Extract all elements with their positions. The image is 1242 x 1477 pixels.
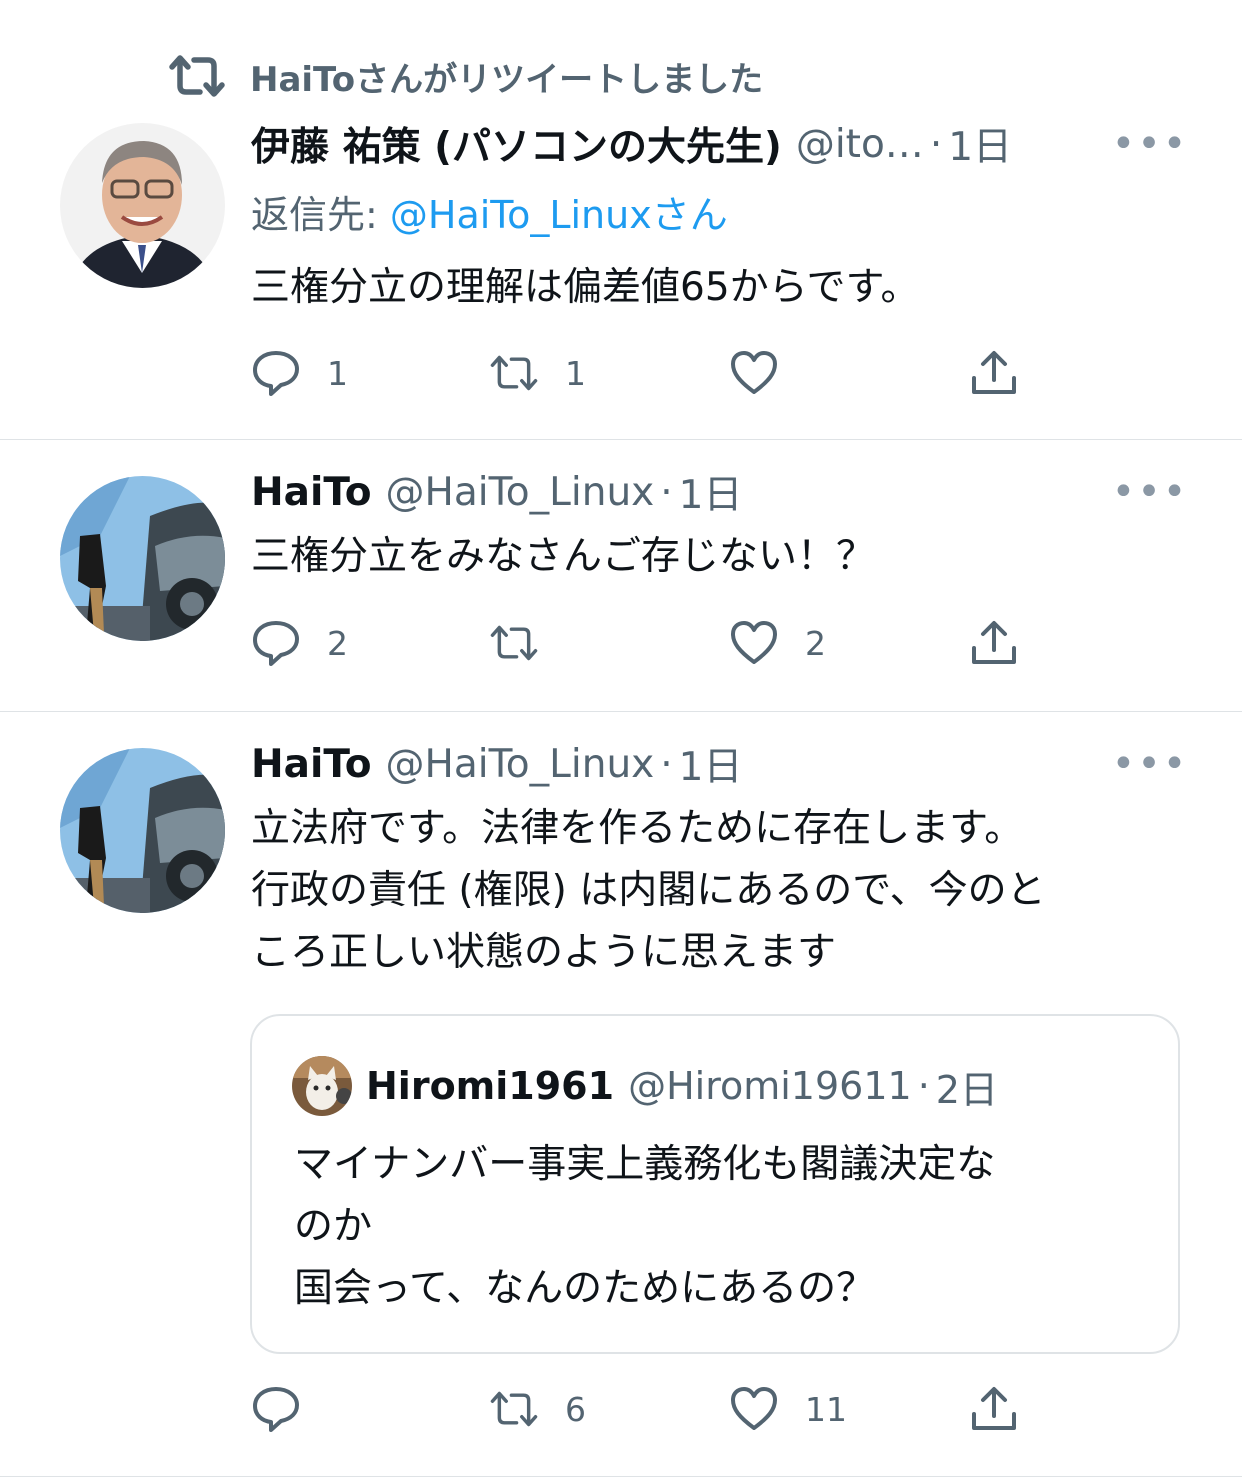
heart-icon bbox=[731, 621, 777, 664]
separator-dot: · bbox=[917, 1064, 930, 1108]
like-count: 11 bbox=[805, 1389, 847, 1429]
retweet-icon bbox=[490, 1391, 538, 1427]
quote-author-name[interactable]: Hiromi1961 bbox=[366, 1064, 614, 1108]
avatar[interactable] bbox=[60, 476, 225, 641]
timestamp[interactable]: 1日 bbox=[679, 464, 743, 520]
quote-text-line: のか bbox=[294, 1204, 373, 1249]
tweet-header: HaiTo @HaiTo_Linux · 1日 ••• bbox=[251, 464, 1187, 520]
like-count: 2 bbox=[805, 623, 826, 663]
reply-target-link[interactable]: @HaiTo_Linuxさん bbox=[390, 193, 728, 237]
retweet-icon bbox=[490, 625, 538, 661]
tweet-2[interactable]: HaiTo @HaiTo_Linux · 1日 ••• 三権分立をみなさんご存じ… bbox=[0, 440, 1242, 712]
tweet-header: 伊藤 祐策 (パソコンの大先生) @ito… · 1日 ••• bbox=[251, 116, 1187, 172]
share-button[interactable] bbox=[969, 613, 1045, 673]
retweet-icon bbox=[490, 355, 538, 391]
separator-dot: · bbox=[660, 469, 673, 515]
author-name[interactable]: HaiTo bbox=[251, 742, 372, 787]
share-button[interactable] bbox=[969, 1379, 1045, 1439]
timestamp[interactable]: 1日 bbox=[679, 736, 743, 792]
tweet-header: HaiTo @HaiTo_Linux · 1日 ••• bbox=[251, 736, 1187, 792]
author-handle[interactable]: @ito… bbox=[796, 122, 924, 167]
more-options-icon[interactable]: ••• bbox=[1112, 118, 1187, 170]
tweet-3[interactable]: HaiTo @HaiTo_Linux · 1日 ••• 立法府です。法律を作るた… bbox=[0, 712, 1242, 1477]
author-handle[interactable]: @HaiTo_Linux bbox=[386, 470, 655, 515]
reply-prefix: 返信先: bbox=[251, 193, 390, 237]
separator-dot: · bbox=[929, 121, 943, 167]
more-options-icon[interactable]: ••• bbox=[1112, 466, 1187, 518]
profile-photo-cat bbox=[292, 1056, 352, 1116]
action-bar: 6 11 bbox=[251, 1379, 1051, 1439]
author-handle[interactable]: @HaiTo_Linux bbox=[386, 742, 655, 787]
tweet-text: 三権分立をみなさんご存じない！？ bbox=[251, 534, 876, 579]
tweet-body: HaiTo @HaiTo_Linux · 1日 ••• 立法府です。法律を作るた… bbox=[251, 736, 1187, 984]
tweet-text: 三権分立の理解は偏差値65からです。 bbox=[251, 265, 920, 310]
share-icon bbox=[972, 621, 1016, 664]
quoted-tweet[interactable]: Hiromi1961 @Hiromi19611 · 2日 マイナンバー事実上義務… bbox=[250, 1014, 1180, 1354]
heart-icon bbox=[731, 1387, 777, 1430]
reply-count: 1 bbox=[327, 353, 348, 393]
share-icon bbox=[972, 1387, 1016, 1430]
profile-photo-car-and-person bbox=[60, 748, 225, 913]
reply-button[interactable] bbox=[251, 1379, 327, 1439]
retweet-button[interactable]: 6 bbox=[489, 1379, 586, 1439]
timestamp[interactable]: 1日 bbox=[948, 116, 1012, 172]
separator-dot: · bbox=[660, 741, 673, 787]
tweet-text-line: ころ正しい状態のように思えます bbox=[251, 930, 837, 975]
quote-avatar[interactable] bbox=[292, 1056, 352, 1116]
like-button[interactable]: 2 bbox=[729, 613, 826, 673]
reply-icon bbox=[253, 351, 299, 396]
quote-text: マイナンバー事実上義務化も閣議決定な のか 国会って、なんのためにあるの？ bbox=[294, 1134, 1118, 1320]
quote-author-handle[interactable]: @Hiromi19611 bbox=[628, 1064, 912, 1108]
reply-button[interactable]: 2 bbox=[251, 613, 348, 673]
tweet-body: 伊藤 祐策 (パソコンの大先生) @ito… · 1日 ••• 返信先: @Ha… bbox=[251, 116, 1187, 319]
share-button[interactable] bbox=[969, 343, 1045, 403]
reply-button[interactable]: 1 bbox=[251, 343, 348, 403]
more-options-icon[interactable]: ••• bbox=[1112, 738, 1187, 790]
tweet-text: 立法府です。法律を作るために存在します。 行政の責任 (権限) は内閣にあるので… bbox=[251, 798, 1180, 984]
retweet-context: HaiToさんがリツイートしました bbox=[168, 52, 763, 100]
retweet-button[interactable] bbox=[489, 613, 565, 673]
retweet-count: 6 bbox=[565, 1389, 586, 1429]
reply-icon bbox=[253, 1387, 299, 1432]
action-bar: 2 2 bbox=[251, 613, 1051, 673]
quote-timestamp[interactable]: 2日 bbox=[936, 1059, 998, 1114]
tweet-1[interactable]: HaiToさんがリツイートしました 伊藤 祐策 (パソコンの大先生) @ito…… bbox=[0, 0, 1242, 440]
quote-text-line: 国会って、なんのためにあるの？ bbox=[294, 1266, 876, 1311]
avatar[interactable] bbox=[60, 748, 225, 913]
tweet-text-line: 行政の責任 (権限) は内閣にあるので、今のと bbox=[251, 868, 1046, 913]
tweet-body: HaiTo @HaiTo_Linux · 1日 ••• 三権分立をみなさんご存じ… bbox=[251, 464, 1187, 588]
tweet-text-line: 立法府です。法律を作るために存在します。 bbox=[251, 806, 1024, 851]
heart-icon bbox=[731, 351, 777, 394]
profile-photo-car-and-person bbox=[60, 476, 225, 641]
retweet-count: 1 bbox=[565, 353, 586, 393]
retweet-button[interactable]: 1 bbox=[489, 343, 586, 403]
author-name[interactable]: HaiTo bbox=[251, 470, 372, 515]
retweet-icon bbox=[169, 55, 225, 97]
profile-photo-man-in-suit bbox=[60, 123, 225, 288]
quote-header: Hiromi1961 @Hiromi19611 · 2日 bbox=[292, 1056, 998, 1116]
retweet-label: HaiToさんがリツイートしました bbox=[250, 59, 764, 100]
reply-count: 2 bbox=[327, 623, 348, 663]
author-name[interactable]: 伊藤 祐策 (パソコンの大先生) bbox=[251, 116, 782, 172]
like-button[interactable]: 11 bbox=[729, 1379, 847, 1439]
reply-icon bbox=[253, 621, 299, 666]
quote-text-line: マイナンバー事実上義務化も閣議決定な bbox=[294, 1142, 996, 1187]
action-bar: 1 1 bbox=[251, 343, 1051, 403]
avatar[interactable] bbox=[60, 123, 225, 288]
reply-context: 返信先: @HaiTo_Linuxさん bbox=[251, 184, 1180, 239]
like-button[interactable] bbox=[729, 343, 805, 403]
share-icon bbox=[972, 351, 1016, 394]
